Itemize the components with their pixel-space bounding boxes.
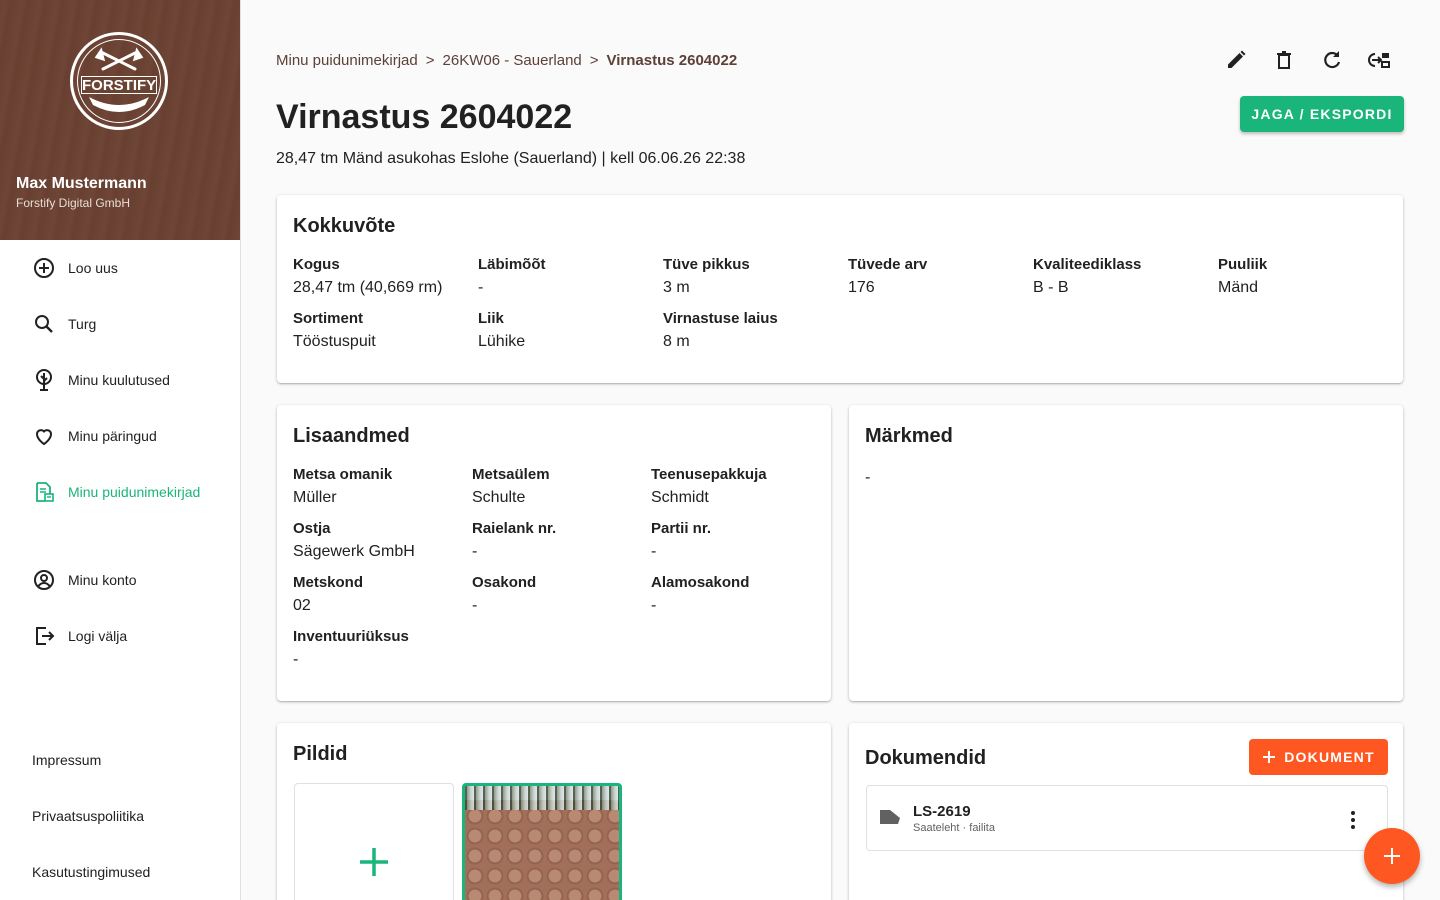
- notes-text: -: [865, 469, 871, 486]
- search-icon: [35, 315, 53, 333]
- summary-card: Kokkuvõte Kogus 28,47 tm (40,669 rm) Läbi…: [277, 195, 1403, 383]
- more-vert-icon[interactable]: [1341, 808, 1365, 832]
- footer-link-terms[interactable]: Kasutustingimused: [32, 864, 150, 880]
- share-export-button[interactable]: JAGA / EKSPORDI: [1240, 96, 1404, 132]
- sidebar-item-label: Minu päringud: [68, 428, 157, 444]
- logo-wordmark: FORSTIFY: [81, 76, 157, 94]
- breadcrumb-separator: >: [425, 52, 435, 69]
- page-title: Virnastus 2604022: [276, 98, 573, 136]
- user-company: Forstify Digital GmbH: [16, 196, 131, 210]
- notes-title: Märkmed: [865, 425, 953, 447]
- document-list-item[interactable]: LS-2619 Saateleht · failita: [866, 785, 1388, 851]
- extra-field: Metskond 02: [293, 574, 364, 614]
- summary-field: Puuliik Mänd: [1218, 256, 1268, 296]
- document-name: LS-2619: [913, 803, 971, 820]
- sidebar-item-account[interactable]: Minu konto: [0, 560, 240, 600]
- timber-photo-thumbnail[interactable]: [462, 783, 622, 900]
- sidebar-item-create[interactable]: Loo uus: [0, 248, 240, 288]
- summary-field: Kogus 28,47 tm (40,669 rm): [293, 256, 443, 296]
- extra-field: Partii nr. -: [651, 520, 712, 560]
- summary-field: Tüve pikkus 3 m: [663, 256, 750, 296]
- document-list-icon: [36, 482, 54, 502]
- heart-icon: [35, 429, 53, 446]
- breadcrumb-item[interactable]: Minu puidunimekirjad: [276, 52, 418, 69]
- tree-icon: [36, 369, 52, 391]
- sidebar-item-label: Loo uus: [68, 260, 118, 276]
- sidebar-item-timber-lists[interactable]: Minu puidunimekirjad: [0, 472, 240, 512]
- extra-field: Ostja Sägewerk GmbH: [293, 520, 415, 560]
- extra-field: Raielank nr. -: [472, 520, 557, 560]
- sidebar-item-market[interactable]: Turg: [0, 304, 240, 344]
- sidebar-item-listings[interactable]: Minu kuulutused: [0, 360, 240, 400]
- add-image-button[interactable]: [294, 783, 454, 900]
- summary-field: Virnastuse laius 8 m: [663, 310, 778, 350]
- extra-field: Teenusepakkuja Schmidt: [651, 466, 767, 506]
- documents-title: Dokumendid: [865, 747, 987, 769]
- account-circle-icon: [34, 570, 54, 590]
- extra-field: Alamosakond -: [651, 574, 750, 614]
- extra-field: Osakond -: [472, 574, 537, 614]
- summary-field: Sortiment Tööstuspuit: [293, 310, 376, 350]
- delete-icon[interactable]: [1272, 48, 1296, 72]
- photo-forest-background: [465, 786, 619, 810]
- notes-card: Märkmed -: [849, 405, 1403, 701]
- logout-icon: [36, 627, 55, 645]
- sidebar-item-label: Logi välja: [68, 628, 128, 644]
- sidebar-header: FORSTIFY Max Mustermann Forstify Digital…: [0, 0, 240, 240]
- extra-data-title: Lisaandmed: [293, 425, 410, 447]
- footer-link-privacy[interactable]: Privaatsuspoliitika: [32, 808, 144, 824]
- extra-data-card: Lisaandmed Metsa omanik Müller Metsaülem S…: [277, 405, 831, 701]
- summary-field: Liik Lühike: [478, 310, 526, 350]
- breadcrumb-separator: >: [589, 52, 599, 69]
- sidebar-item-label: Turg: [68, 316, 97, 332]
- plus-icon: [360, 848, 388, 876]
- floating-add-button[interactable]: [1364, 828, 1420, 884]
- add-document-label: DOKUMENT: [1284, 749, 1375, 765]
- sidebar-item-logout[interactable]: Logi välja: [0, 616, 240, 656]
- footer-link-impressum[interactable]: Impressum: [32, 752, 101, 768]
- extra-field: Metsa omanik Müller: [293, 466, 393, 506]
- edit-icon[interactable]: [1224, 48, 1248, 72]
- extra-field: Metsaülem Schulte: [472, 466, 550, 506]
- document-meta: Saateleht · failita: [913, 822, 995, 834]
- sidebar-item-label: Minu kuulutused: [68, 372, 170, 388]
- plus-icon: [1263, 751, 1276, 763]
- plus-icon: [1384, 848, 1400, 864]
- breadcrumb-item[interactable]: 26KW06 - Sauerland: [443, 52, 582, 69]
- sidebar: FORSTIFY Max Mustermann Forstify Digital…: [0, 0, 241, 900]
- user-name: Max Mustermann: [16, 175, 147, 192]
- images-card: Pildid: [277, 723, 831, 900]
- images-title: Pildid: [293, 743, 348, 765]
- extra-field: Inventuuriüksus -: [293, 628, 409, 668]
- summary-field: Läbimõõt -: [478, 256, 546, 296]
- sidebar-item-label: Minu konto: [68, 572, 137, 588]
- forstify-logo[interactable]: FORSTIFY: [70, 32, 168, 130]
- plus-circle-icon: [34, 258, 54, 278]
- summary-field: Kvaliteediklass B - B: [1033, 256, 1142, 296]
- export-icon[interactable]: [1368, 48, 1392, 72]
- page-subtitle: 28,47 tm Mänd asukohas Eslohe (Sauerland…: [276, 150, 746, 167]
- sidebar-item-label: Minu puidunimekirjad: [68, 484, 201, 500]
- add-document-button[interactable]: DOKUMENT: [1249, 739, 1388, 775]
- breadcrumb-current: Virnastus 2604022: [606, 52, 738, 69]
- refresh-icon[interactable]: [1320, 48, 1344, 72]
- breadcrumb: Minu puidunimekirjad > 26KW06 - Sauerlan…: [276, 52, 737, 69]
- document-tag-icon: [880, 810, 900, 824]
- sidebar-item-requests[interactable]: Minu päringud: [0, 416, 240, 456]
- documents-card: Dokumendid DOKUMENT LS-2619 Saateleht · …: [849, 723, 1403, 900]
- summary-title: Kokkuvõte: [293, 215, 396, 237]
- summary-field: Tüvede arv 176: [848, 256, 928, 296]
